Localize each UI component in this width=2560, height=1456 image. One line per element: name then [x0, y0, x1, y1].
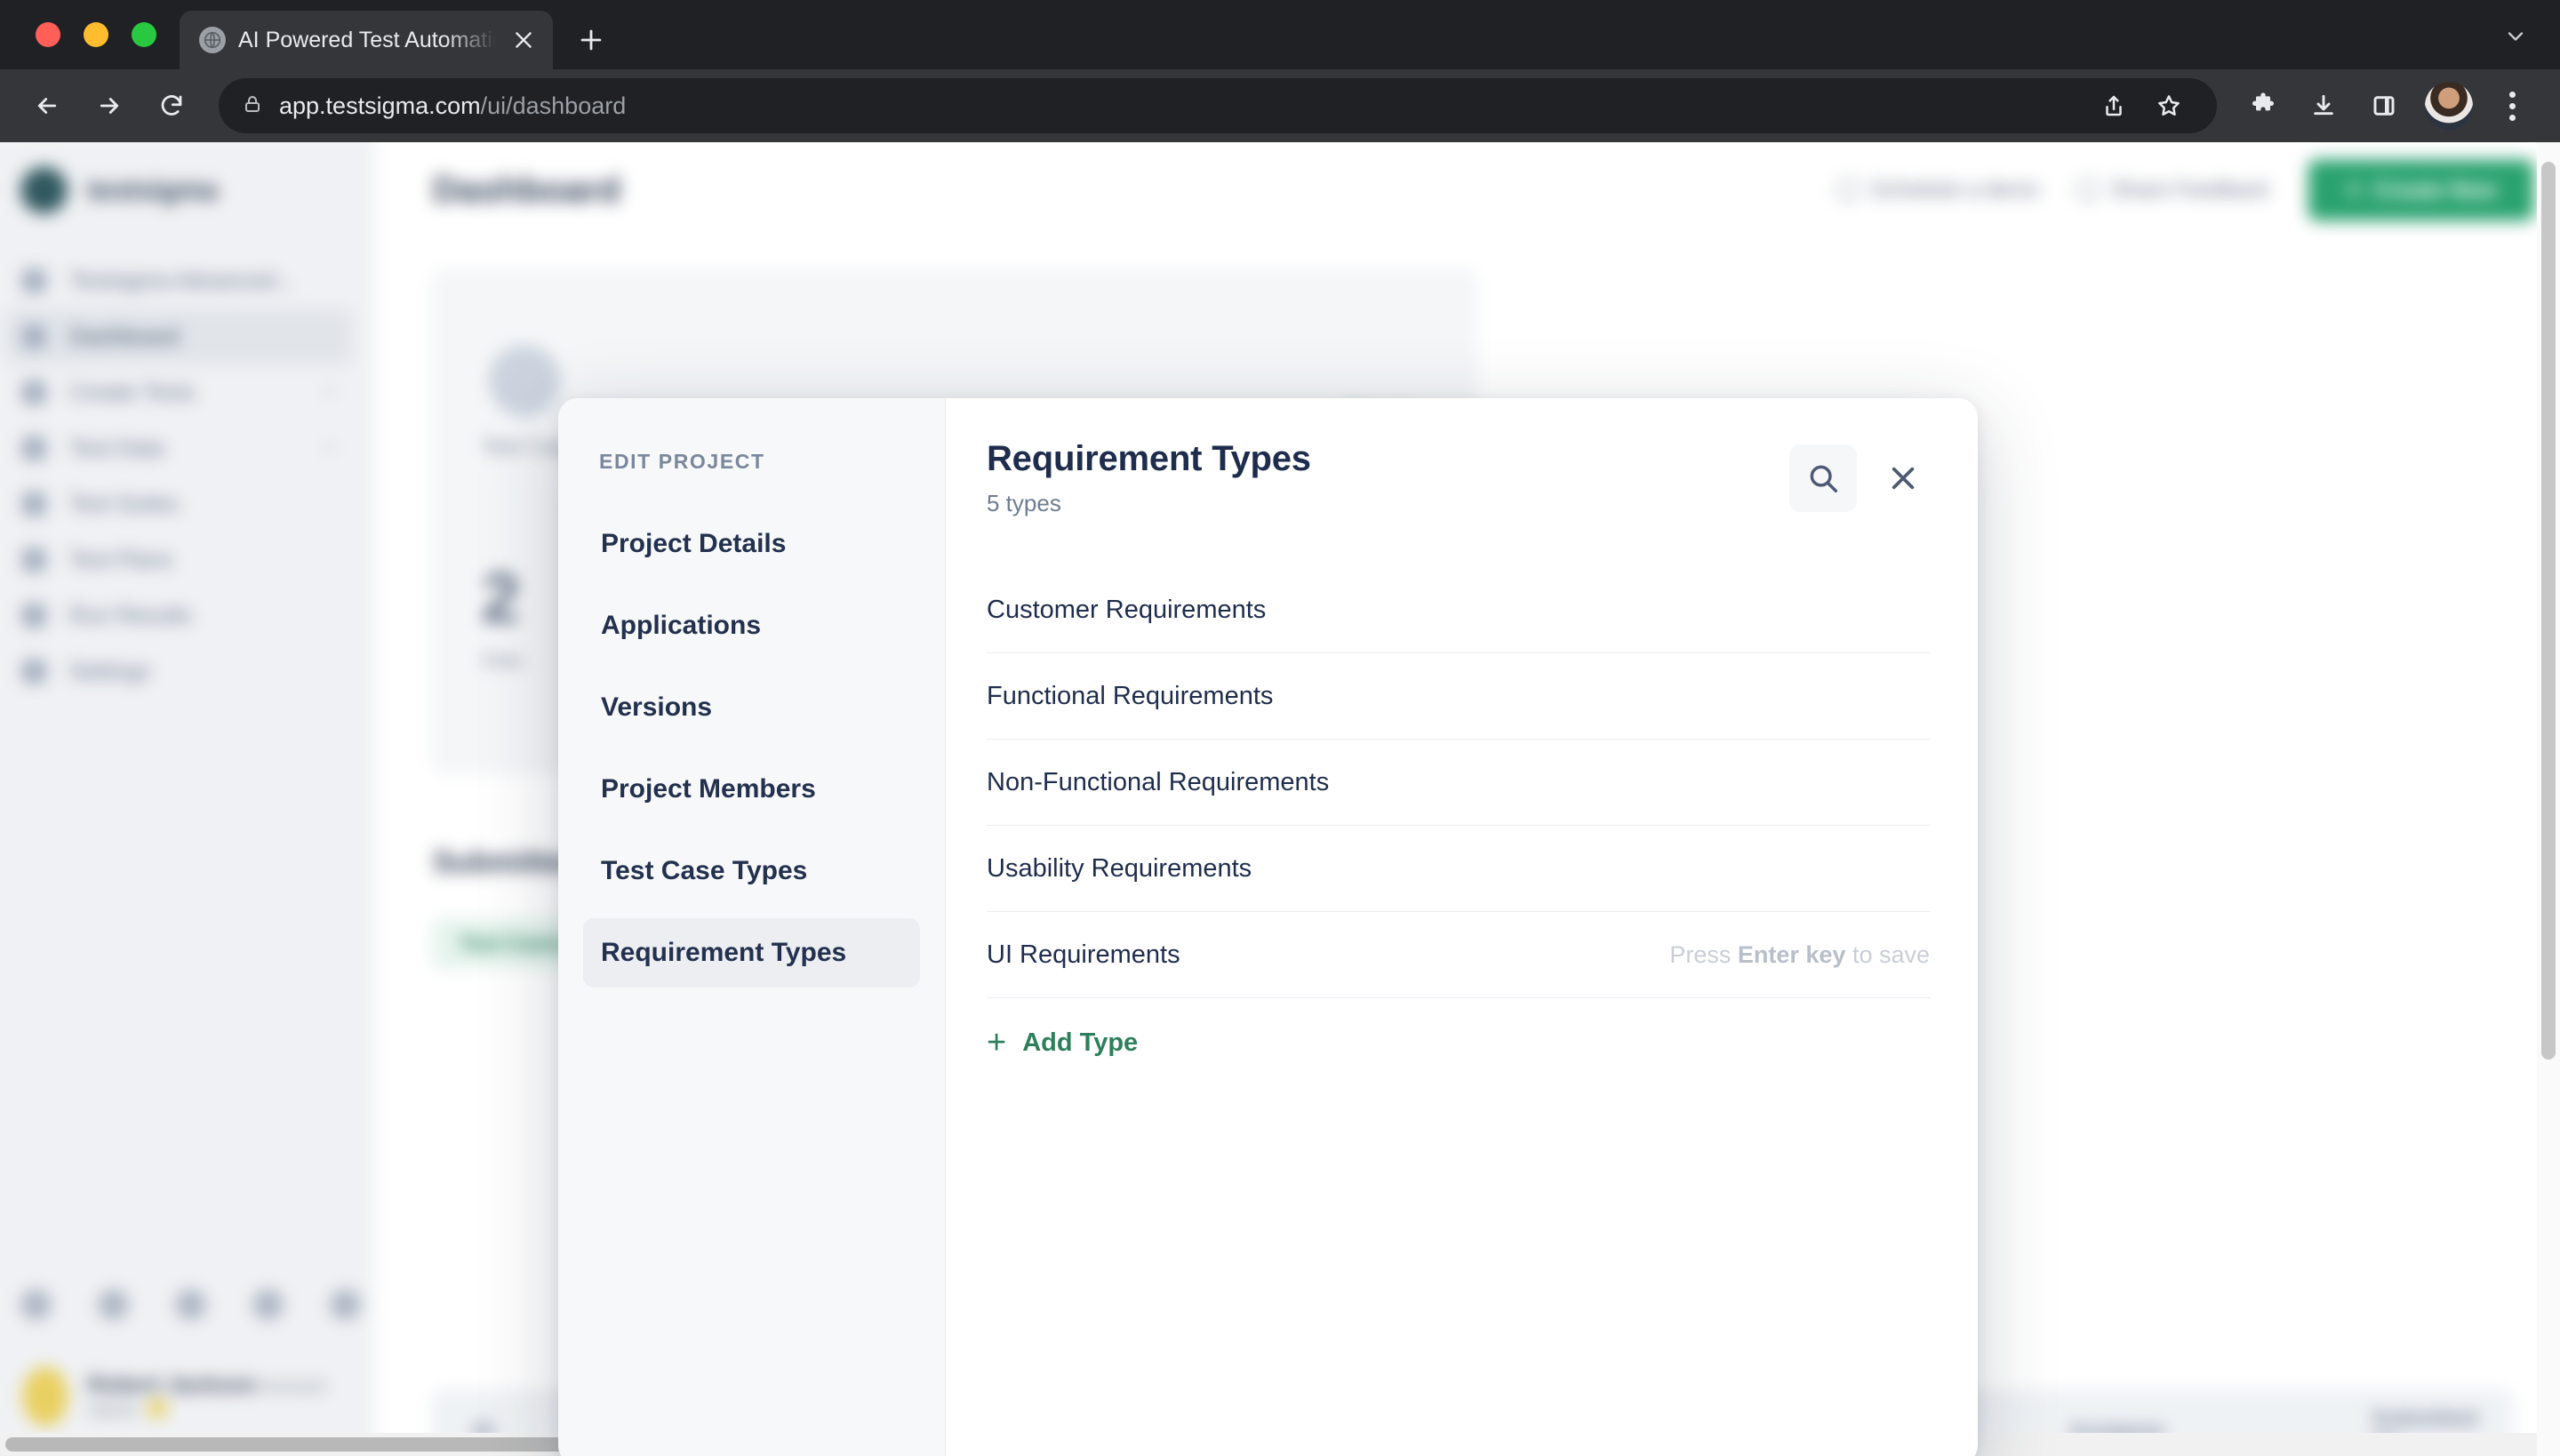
chevron-down-icon[interactable] — [2503, 24, 2528, 55]
star-icon[interactable] — [2144, 81, 2194, 131]
requirement-type-list: Customer Requirements Functional Require… — [987, 567, 1930, 998]
close-icon[interactable] — [508, 25, 539, 55]
browser-toolbar: app.testsigma.com/ui/dashboard — [0, 69, 2560, 142]
arrow-left-icon[interactable] — [20, 78, 75, 133]
modal-body: Requirement Types 5 types Customer Requi… — [946, 398, 1978, 1456]
maximize-window-button[interactable] — [132, 22, 156, 47]
save-hint: Press Enter key to save — [1669, 941, 1930, 969]
requirement-type-row[interactable]: Usability Requirements — [987, 826, 1930, 912]
close-icon — [1892, 467, 1915, 490]
requirement-type-name[interactable]: Customer Requirements — [987, 596, 1266, 625]
save-hint-key: Enter key — [1737, 940, 1846, 968]
profile-avatar[interactable] — [2425, 82, 2473, 130]
modal-nav: EDIT PROJECT Project Details Application… — [558, 398, 946, 1456]
three-dot-menu-icon[interactable] — [2487, 79, 2537, 132]
save-hint-suffix: to save — [1845, 940, 1930, 968]
minimize-window-button[interactable] — [84, 22, 108, 47]
nav-item-versions[interactable]: Versions — [583, 673, 920, 742]
close-window-button[interactable] — [36, 22, 60, 47]
modal-header-actions — [1789, 439, 1930, 512]
requirement-type-row-active[interactable]: UI Requirements Press Enter key to save — [987, 912, 1930, 998]
url-domain: app.testsigma.com — [279, 92, 481, 119]
address-bar[interactable]: app.testsigma.com/ui/dashboard — [219, 78, 2217, 133]
window-traffic-lights — [27, 0, 180, 69]
add-type-label: Add Type — [1022, 1028, 1139, 1057]
share-icon[interactable] — [2089, 81, 2139, 131]
modal-subtitle: 5 types — [987, 490, 1061, 516]
requirement-type-name[interactable]: Usability Requirements — [987, 854, 1252, 884]
edit-project-modal: EDIT PROJECT Project Details Application… — [558, 398, 1978, 1456]
page-viewport: testsigma Testsigma Advanced... Dashboar… — [0, 142, 2560, 1456]
requirement-type-row[interactable]: Non-Functional Requirements — [987, 740, 1930, 826]
nav-item-test-case-types[interactable]: Test Case Types — [583, 836, 920, 906]
save-hint-prefix: Press — [1669, 940, 1738, 968]
browser-window: AI Powered Test Automation P app.testsig — [0, 0, 2560, 1456]
modal-nav-title: EDIT PROJECT — [599, 450, 765, 473]
nav-item-requirement-types[interactable]: Requirement Types — [583, 918, 920, 988]
modal-header: Requirement Types 5 types — [987, 439, 1930, 517]
requirement-type-name[interactable]: UI Requirements — [987, 940, 1180, 970]
modal-title: Requirement Types — [987, 439, 1311, 478]
reload-icon[interactable] — [144, 78, 199, 133]
nav-item-applications[interactable]: Applications — [583, 591, 920, 660]
modal-title-group: Requirement Types 5 types — [987, 439, 1311, 517]
url-path: /ui/dashboard — [480, 92, 627, 119]
add-type-button[interactable]: + Add Type — [987, 1024, 1139, 1062]
search-button[interactable] — [1789, 444, 1857, 512]
requirement-type-name[interactable]: Non-Functional Requirements — [987, 768, 1329, 797]
nav-item-project-details[interactable]: Project Details — [583, 509, 920, 579]
address-bar-url: app.testsigma.com/ui/dashboard — [279, 92, 626, 120]
browser-tab[interactable]: AI Powered Test Automation P — [180, 11, 553, 69]
requirement-type-row[interactable]: Functional Requirements — [987, 653, 1930, 740]
omnibox-actions — [2089, 81, 2194, 131]
plus-icon: + — [987, 1024, 1007, 1062]
vertical-scrollbar[interactable] — [2537, 142, 2560, 1456]
lock-icon — [242, 93, 263, 119]
arrow-right-icon[interactable] — [82, 78, 137, 133]
requirement-type-row[interactable]: Customer Requirements — [987, 567, 1930, 653]
close-button[interactable] — [1876, 452, 1930, 505]
extensions-puzzle-icon[interactable] — [2236, 79, 2290, 132]
vertical-scrollbar-thumb[interactable] — [2541, 162, 2556, 1060]
downloads-icon[interactable] — [2297, 79, 2350, 132]
nav-item-project-members[interactable]: Project Members — [583, 755, 920, 824]
side-panel-icon[interactable] — [2357, 79, 2411, 132]
search-icon — [1810, 465, 1837, 492]
globe-icon — [199, 27, 226, 53]
browser-tab-title: AI Powered Test Automation P — [238, 27, 496, 52]
tab-strip: AI Powered Test Automation P — [0, 0, 2560, 69]
plus-icon[interactable] — [565, 14, 617, 66]
requirement-type-name[interactable]: Functional Requirements — [987, 682, 1273, 711]
